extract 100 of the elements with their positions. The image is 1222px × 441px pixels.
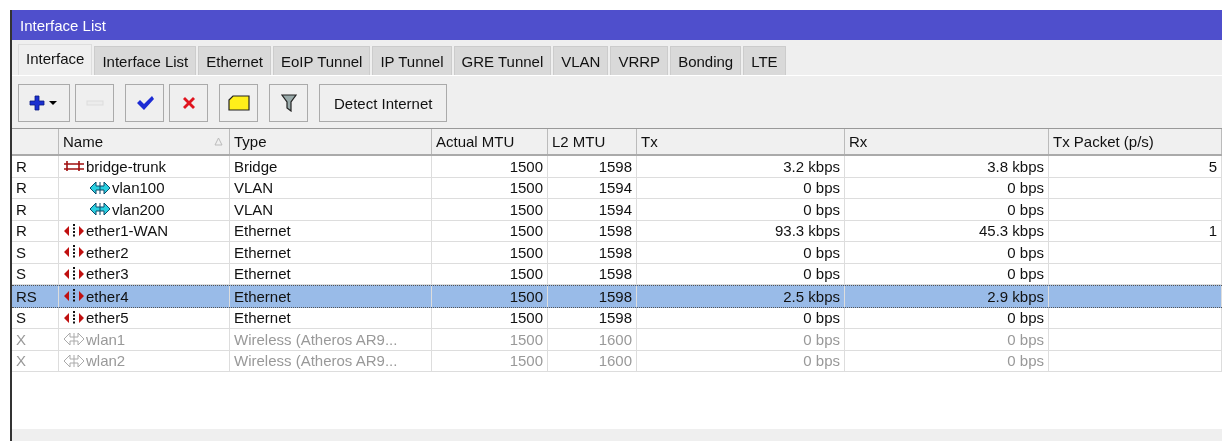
table-cell: Ethernet: [230, 286, 432, 307]
table-cell: 0 bps: [803, 243, 840, 261]
double-arrow-icon: [89, 201, 111, 218]
column-header[interactable]: Tx Packet (p/s): [1049, 129, 1222, 154]
double-arrow-icon: [63, 331, 85, 348]
table-cell: 0 bps: [1007, 243, 1044, 261]
table-cell: 2.5 kbps: [783, 287, 840, 305]
table-row[interactable]: R bridge-trunk Bridge 1500 1598 3.2 kbps 3.8 kbps 5: [12, 156, 1222, 178]
table-cell: 1598: [598, 243, 632, 261]
table-cell: 1500: [509, 265, 543, 283]
enable-button[interactable]: [125, 84, 164, 122]
tab[interactable]: Interface: [18, 44, 93, 75]
tab[interactable]: Ethernet: [198, 46, 271, 75]
table-cell: Ethernet: [230, 263, 432, 284]
table-cell: 1594: [598, 179, 632, 197]
table-cell: Wireless (Atheros AR9...: [230, 350, 432, 371]
table-cell: 0 bps: [803, 330, 840, 348]
table-cell: Bridge: [230, 156, 432, 177]
table-cell: 2.9 kbps: [987, 287, 1044, 305]
tab[interactable]: Interface List: [94, 46, 197, 75]
interface-name: wlan1: [86, 330, 126, 348]
table-cell: S: [12, 242, 59, 263]
interface-name: ether2: [86, 243, 129, 261]
table-cell: R: [12, 156, 59, 177]
comment-button[interactable]: [219, 84, 258, 122]
column-header[interactable]: L2 MTU: [548, 129, 637, 154]
interface-name: ether5: [86, 309, 129, 327]
table-cell: 0 bps: [803, 265, 840, 283]
tab[interactable]: IP Tunnel: [372, 46, 452, 75]
arrows-icon: [63, 222, 85, 239]
table-cell: Wireless (Atheros AR9...: [230, 329, 432, 350]
table-cell: 0 bps: [803, 179, 840, 197]
table-cell: 1: [1208, 222, 1217, 240]
table-cell: R: [12, 199, 59, 220]
column-header[interactable]: Tx: [637, 129, 845, 154]
detect-internet-button[interactable]: Detect Internet: [319, 84, 448, 122]
add-button[interactable]: [18, 84, 70, 122]
table-cell: 1500: [509, 352, 543, 370]
window-title: Interface List: [20, 16, 106, 34]
table-cell: 1598: [598, 309, 632, 327]
table-cell: 0 bps: [1007, 179, 1044, 197]
table-row[interactable]: R ether1-WAN Ethernet 1500 1598 93.3 kbps 45.3 kbps 1: [12, 220, 1222, 242]
table-cell: 1598: [598, 265, 632, 283]
tab[interactable]: VRRP: [610, 46, 669, 75]
table-cell: 0 bps: [1007, 330, 1044, 348]
table-cell: 1600: [598, 352, 632, 370]
column-header[interactable]: Rx: [845, 129, 1049, 154]
column-header[interactable]: Actual MTU: [432, 129, 548, 154]
filter-button[interactable]: [269, 84, 308, 122]
interface-name: bridge-trunk: [86, 157, 167, 175]
table-cell: 5: [1208, 157, 1217, 175]
tab[interactable]: LTE: [743, 46, 786, 75]
table-cell: 0 bps: [1007, 265, 1044, 283]
arrows-icon: [63, 288, 85, 305]
table-cell: 45.3 kbps: [978, 222, 1044, 240]
tab[interactable]: Bonding: [670, 46, 742, 75]
table-cell: S: [12, 307, 59, 328]
table-cell: 1500: [509, 309, 543, 327]
arrows-icon: [63, 244, 85, 261]
arrows-icon: [63, 265, 85, 282]
plus-icon: [29, 95, 59, 111]
tab[interactable]: EoIP Tunnel: [273, 46, 371, 75]
table-cell: 1500: [509, 179, 543, 197]
column-header[interactable]: Type: [230, 129, 432, 154]
table-cell: S: [12, 263, 59, 284]
table-row[interactable]: R vlan200 VLAN 1500 1594 0 bps 0 bps: [12, 199, 1222, 221]
table-cell: 1500: [509, 287, 543, 305]
table-cell: R: [12, 220, 59, 241]
disable-button[interactable]: [169, 84, 208, 122]
interface-name: ether4: [86, 287, 129, 305]
table-row[interactable]: RS ether4 Ethernet 1500 1598 2.5 kbps 2.9 kbps: [12, 285, 1222, 308]
table-cell: 0 bps: [803, 200, 840, 218]
note-icon: [227, 95, 250, 111]
table-cell: Ethernet: [230, 242, 432, 263]
table-cell: 3.2 kbps: [783, 157, 840, 175]
table-row[interactable]: S ether5 Ethernet 1500 1598 0 bps 0 bps: [12, 307, 1222, 329]
table-cell: 0 bps: [1007, 352, 1044, 370]
table-row[interactable]: R vlan100 VLAN 1500 1594 0 bps 0 bps: [12, 177, 1222, 199]
table-cell: 1500: [509, 222, 543, 240]
table-cell: 3.8 kbps: [987, 157, 1044, 175]
arrows-icon: [63, 309, 85, 326]
table-cell: 1598: [598, 287, 632, 305]
table-cell: R: [12, 177, 59, 198]
table-cell: 1500: [509, 243, 543, 261]
table-cell: X: [12, 329, 59, 350]
interface-name: vlan100: [112, 179, 165, 197]
table-cell: VLAN: [230, 199, 432, 220]
table-cell: VLAN: [230, 177, 432, 198]
table-cell: X: [12, 350, 59, 371]
tab[interactable]: GRE Tunnel: [453, 46, 552, 75]
table-row[interactable]: S ether2 Ethernet 1500 1598 0 bps 0 bps: [12, 242, 1222, 264]
tab[interactable]: VLAN: [553, 46, 609, 75]
sort-icon: [214, 137, 223, 146]
table-cell: 1500: [509, 157, 543, 175]
column-header[interactable]: Name: [59, 129, 230, 154]
interface-name: ether3: [86, 265, 129, 283]
table-cell: 0 bps: [803, 352, 840, 370]
table-cell: Ethernet: [230, 220, 432, 241]
table-cell: 0 bps: [1007, 200, 1044, 218]
table-cell: Ethernet: [230, 307, 432, 328]
